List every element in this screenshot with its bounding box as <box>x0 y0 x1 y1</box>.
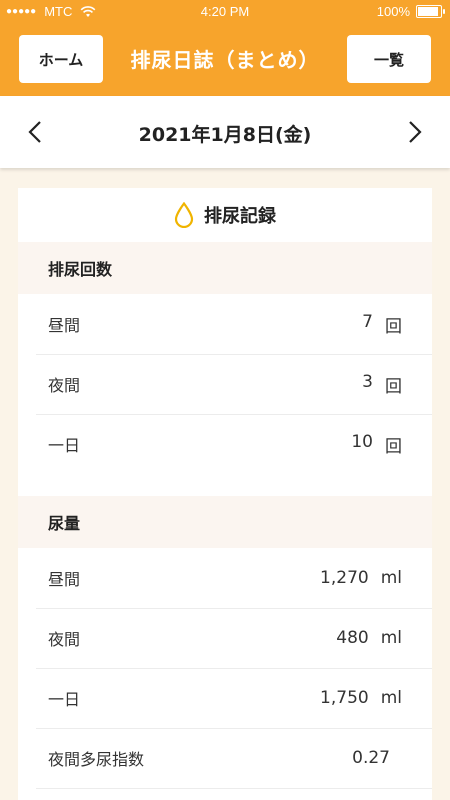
row-unit: 回 <box>385 376 402 397</box>
battery-percent: 100% <box>376 4 410 19</box>
section-header-text: 排尿回数 <box>48 260 113 279</box>
section-header-volume: 尿量 <box>18 496 432 548</box>
status-bar: ●●●●● MTC 4:20 PM 100% <box>0 0 450 24</box>
header-bar: ●●●●● MTC 4:20 PM 100% ホーム 排尿日誌（まとめ） 一覧 <box>0 0 450 96</box>
row-label: 夜間多尿指数 <box>48 750 145 769</box>
droplet-icon <box>174 202 194 228</box>
list-item: 一日 10 回 <box>18 414 432 474</box>
row-unit: ml <box>380 688 402 708</box>
row-label: 昼間 <box>48 316 81 335</box>
row-value: 1,270 <box>320 568 369 588</box>
list-item: 夜間 3回 <box>18 354 432 414</box>
home-button[interactable]: ホーム <box>19 35 103 83</box>
list-item: 夜間 480 ml <box>18 608 432 668</box>
urination-record-card: 排尿記録 排尿回数 昼間 7回 夜間 3回 一日 10 回 尿量 昼間 1,270… <box>18 188 432 800</box>
row-value: 3 <box>362 371 373 392</box>
page-title: 排尿日誌（まとめ） <box>130 48 320 72</box>
card-title-text: 排尿記録 <box>204 206 276 227</box>
list-button[interactable]: 一覧 <box>347 35 431 83</box>
row-value: 1,750 <box>320 688 369 708</box>
chevron-left-icon[interactable] <box>22 118 50 146</box>
divider <box>36 788 432 789</box>
list-item: 夜間多尿指数 0.27 <box>18 728 432 788</box>
row-label: 一日 <box>48 690 81 709</box>
list-item: 昼間 1,270 ml <box>18 548 432 608</box>
row-label: 昼間 <box>48 570 81 589</box>
row-value: 7 <box>362 311 373 332</box>
battery-fill <box>418 7 438 16</box>
row-label: 夜間 <box>48 376 81 395</box>
row-label: 一日 <box>48 436 81 455</box>
row-unit: 回 <box>385 316 402 337</box>
battery-icon <box>416 5 445 18</box>
section-header-text: 尿量 <box>48 514 81 533</box>
chevron-right-icon[interactable] <box>400 118 428 146</box>
list-item: 昼間 7回 <box>18 294 432 354</box>
row-value: 480 <box>336 628 369 648</box>
row-unit: 回 <box>385 436 402 457</box>
date-navigator: 2021年1月8日(金) <box>0 96 450 168</box>
list-item: 一日 1,750 ml <box>18 668 432 728</box>
row-unit: ml <box>380 628 402 648</box>
section-header-count: 排尿回数 <box>18 242 432 294</box>
row-value: 10 <box>351 431 373 452</box>
card-title: 排尿記録 <box>18 188 432 242</box>
row-label: 夜間 <box>48 630 81 649</box>
row-value: 0.27 <box>352 748 390 768</box>
row-unit: ml <box>380 568 402 588</box>
current-date: 2021年1月8日(金) <box>138 124 312 146</box>
